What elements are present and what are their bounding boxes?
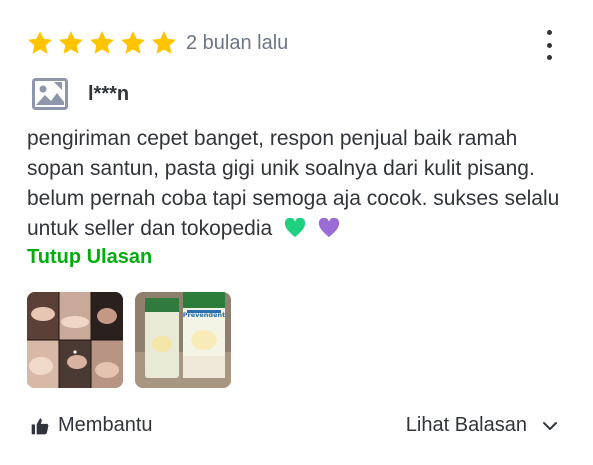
review-text-block: pengiriman cepet banget, respon penjual …	[27, 124, 572, 244]
kebab-dot	[546, 30, 552, 35]
chevron-down-icon	[543, 421, 557, 430]
green-heart-icon	[284, 218, 306, 238]
more-vertical-icon[interactable]	[541, 30, 557, 60]
view-replies-button[interactable]: Lihat Balasan	[406, 414, 559, 437]
image-placeholder-icon	[32, 78, 68, 110]
star-icon	[152, 31, 176, 54]
helpful-button[interactable]: Membantu	[30, 414, 153, 437]
purple-heart-icon	[318, 218, 339, 238]
review-photo-1[interactable]	[27, 292, 123, 388]
collapse-review-link[interactable]: Tutup Ulasan	[27, 246, 152, 269]
review-card: 2 bulan lalu l***n pengiriman cepet bang…	[0, 0, 593, 465]
rating-row: 2 bulan lalu	[26, 28, 288, 58]
star-icon	[90, 31, 114, 54]
view-replies-label: Lihat Balasan	[405, 414, 527, 436]
review-photos: Prevendent	[27, 292, 231, 388]
thumbs-up-icon	[31, 418, 49, 434]
kebab-dot	[546, 42, 552, 48]
reviewer: l***n	[32, 78, 129, 110]
kebab-dot	[546, 55, 552, 60]
helpful-label: Membantu	[58, 414, 153, 436]
review-time: 2 bulan lalu	[186, 31, 289, 54]
review-photo-2[interactable]: Prevendent	[135, 292, 231, 388]
star-icon	[59, 31, 83, 54]
hands-photo-image	[27, 292, 123, 388]
star-rating	[26, 29, 178, 57]
toothpaste-photo-image: Prevendent	[135, 292, 231, 388]
star-icon	[121, 31, 145, 54]
star-icon	[28, 31, 52, 54]
reviewer-name: l***n	[88, 82, 130, 105]
product-brand-text: Prevendent	[183, 311, 225, 319]
